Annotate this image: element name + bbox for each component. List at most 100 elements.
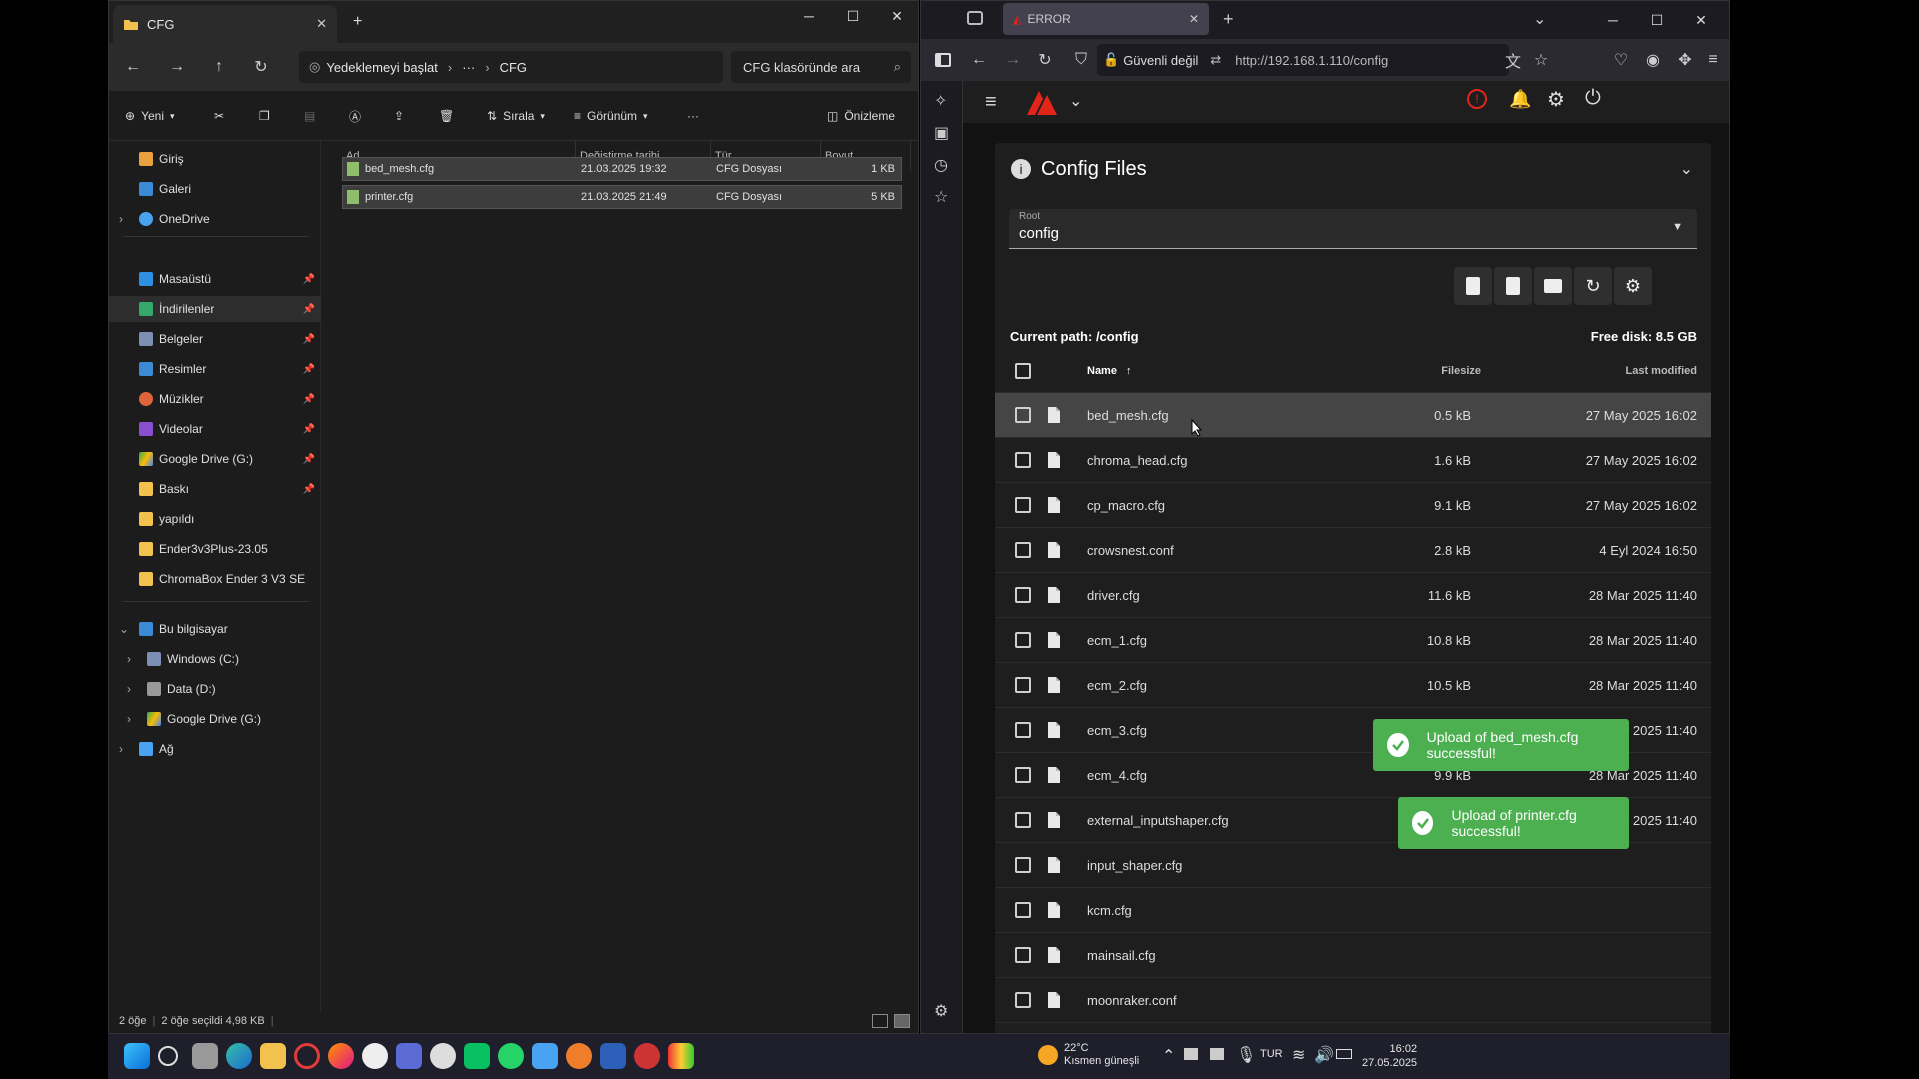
sidebar-item-pictures[interactable]: Resimler 📌	[109, 356, 321, 382]
column-modified-header[interactable]: Last modified	[1625, 365, 1697, 377]
sidebar-item-baski[interactable]: Baskı 📌	[109, 476, 321, 502]
account-button[interactable]: ◉	[1637, 44, 1669, 76]
menu-button[interactable]: ≡	[1697, 44, 1729, 76]
sidebar-item-drive-d[interactable]: › Data (D:)	[109, 676, 321, 702]
column-size-header[interactable]: Filesize	[1441, 365, 1481, 377]
table-row[interactable]: cp_macro.cfg 9.1 kB 27 May 2025 16:02	[995, 483, 1711, 528]
file-row[interactable]: printer.cfg 21.03.2025 21:49 CFG Dosyası…	[342, 185, 902, 209]
row-checkbox[interactable]	[1015, 452, 1031, 468]
table-row[interactable]: bed_mesh.cfg 0.5 kB 27 May 2025 16:02	[995, 393, 1711, 438]
app-icon[interactable]	[396, 1043, 422, 1069]
mainsail-logo[interactable]	[1025, 87, 1059, 117]
view-button[interactable]: ≡ Görünüm ▾	[574, 103, 648, 129]
battery-icon[interactable]	[1336, 1049, 1352, 1059]
tab-overview-icon[interactable]	[967, 11, 983, 25]
more-options-button[interactable]: ···	[687, 103, 699, 129]
row-checkbox[interactable]	[1015, 587, 1031, 603]
file-name[interactable]: kcm.cfg	[1087, 903, 1132, 918]
file-name[interactable]: external_inputshaper.cfg	[1087, 813, 1229, 828]
file-name[interactable]: ecm_2.cfg	[1087, 678, 1147, 693]
emergency-stop-icon[interactable]: !	[1467, 89, 1487, 109]
weather-widget[interactable]: 22°C Kısmen güneşli	[1038, 1042, 1139, 1068]
sidebar-item-onedrive[interactable]: › OneDrive	[109, 206, 321, 232]
permissions-icon[interactable]: ⇄	[1210, 52, 1221, 68]
row-checkbox[interactable]	[1015, 767, 1031, 783]
row-checkbox[interactable]	[1015, 407, 1031, 423]
new-tab-button[interactable]: +	[1223, 9, 1234, 30]
create-folder-button[interactable]	[1534, 267, 1572, 305]
cut-button[interactable]: ✂	[214, 103, 224, 129]
sidebar-item-ender3v3plus[interactable]: Ender3v3Plus-23.05	[109, 536, 321, 562]
app-icon[interactable]	[362, 1043, 388, 1069]
close-tab-icon[interactable]: ✕	[316, 16, 327, 32]
row-checkbox[interactable]	[1015, 497, 1031, 513]
refresh-button[interactable]: ↻	[1574, 267, 1612, 305]
search-input[interactable]: CFG klasöründe ara ⌕	[731, 51, 911, 83]
close-tab-icon[interactable]: ✕	[1189, 12, 1199, 26]
row-checkbox[interactable]	[1015, 542, 1031, 558]
create-file-button[interactable]	[1454, 267, 1492, 305]
bookmark-button[interactable]: ☆	[1525, 44, 1557, 76]
tray-chevron-icon[interactable]: ⌃	[1162, 1046, 1175, 1066]
details-view-icon[interactable]	[872, 1014, 888, 1028]
sidebar-item-home[interactable]: Giriş	[109, 146, 321, 172]
file-name[interactable]: ecm_1.cfg	[1087, 633, 1147, 648]
file-explorer-icon[interactable]	[260, 1043, 286, 1069]
forward-button[interactable]: →	[997, 44, 1029, 76]
row-checkbox[interactable]	[1015, 677, 1031, 693]
search-icon[interactable]	[158, 1046, 178, 1066]
delete-button[interactable]: 🗑	[439, 103, 454, 129]
up-button[interactable]: ↑	[203, 51, 235, 83]
sidebar-item-network[interactable]: › Ağ	[109, 736, 321, 762]
table-row[interactable]: moonraker.conf	[995, 978, 1711, 1023]
breadcrumb[interactable]: ◎ Yedeklemeyi başlat › ··· › CFG	[299, 51, 723, 83]
sidebar-item-drive-c[interactable]: › Windows (C:)	[109, 646, 321, 672]
row-checkbox[interactable]	[1015, 857, 1031, 873]
table-row[interactable]: driver.cfg 11.6 kB 28 Mar 2025 11:40	[995, 573, 1711, 618]
minimize-button[interactable]: ─	[787, 1, 831, 31]
wechat-icon[interactable]	[464, 1043, 490, 1069]
row-checkbox[interactable]	[1015, 947, 1031, 963]
settings-cog-icon[interactable]: ⚙	[1547, 87, 1565, 112]
tab-list-chevron-icon[interactable]: ⌄	[1533, 9, 1546, 29]
security-label[interactable]: Güvenli değil	[1123, 53, 1198, 68]
explorer-tab[interactable]: CFG ✕	[113, 5, 337, 43]
firefox-icon[interactable]	[328, 1043, 354, 1069]
close-window-button[interactable]: ✕	[875, 1, 918, 31]
sidebar-item-gallery[interactable]: Galeri	[109, 176, 321, 202]
row-checkbox[interactable]	[1015, 812, 1031, 828]
new-tab-button[interactable]: +	[353, 13, 362, 31]
row-checkbox[interactable]	[1015, 632, 1031, 648]
close-window-button[interactable]: ✕	[1679, 5, 1723, 35]
sidebar-item-desktop[interactable]: Masaüstü 📌	[109, 266, 321, 292]
sort-button[interactable]: ⇅ Sırala ▾	[487, 103, 545, 129]
whatsapp-icon[interactable]	[498, 1043, 524, 1069]
start-windows-icon[interactable]	[124, 1043, 150, 1069]
tray-app-icon[interactable]	[1184, 1048, 1198, 1060]
new-button[interactable]: ⊕ Yeni ▾	[125, 103, 175, 129]
file-name[interactable]: moonraker.conf	[1087, 993, 1177, 1008]
history-icon[interactable]: ◷	[934, 155, 948, 175]
file-name[interactable]: bed_mesh.cfg	[1087, 408, 1169, 423]
task-view-icon[interactable]	[192, 1043, 218, 1069]
sidebar-item-this-pc[interactable]: ⌄ Bu bilgisayar	[109, 616, 321, 642]
url-bar[interactable]: 🔓 Güvenli değil ⇄ http://192.168.1.110/c…	[1097, 44, 1509, 76]
app-icon[interactable]	[668, 1043, 694, 1069]
panel-header[interactable]: i Config Files ⌄	[995, 143, 1711, 195]
upload-file-button[interactable]	[1494, 267, 1532, 305]
sidebar-settings-icon[interactable]: ⚙	[934, 1001, 948, 1021]
collapse-chevron-icon[interactable]: ⌄	[1680, 159, 1693, 179]
synced-tabs-icon[interactable]: ▣	[934, 123, 949, 143]
share-button[interactable]: ⇪	[394, 103, 404, 129]
hamburger-icon[interactable]: ≡	[985, 91, 997, 114]
reload-button[interactable]: ↻	[1029, 44, 1061, 76]
url-text[interactable]: http://192.168.1.110/config	[1235, 53, 1388, 68]
sidebar-item-google-drive[interactable]: Google Drive (G:) 📌	[109, 446, 321, 472]
file-name[interactable]: cp_macro.cfg	[1087, 498, 1165, 513]
ai-chat-icon[interactable]: ✧	[934, 91, 947, 111]
file-name[interactable]: chroma_head.cfg	[1087, 453, 1187, 468]
printer-select-chevron-icon[interactable]: ⌄	[1069, 91, 1082, 111]
column-name-header[interactable]: Name ↑	[1087, 365, 1132, 377]
tray-app-icon[interactable]	[1210, 1048, 1224, 1060]
upload-toast[interactable]: Upload of printer.cfg successful!	[1398, 797, 1629, 849]
